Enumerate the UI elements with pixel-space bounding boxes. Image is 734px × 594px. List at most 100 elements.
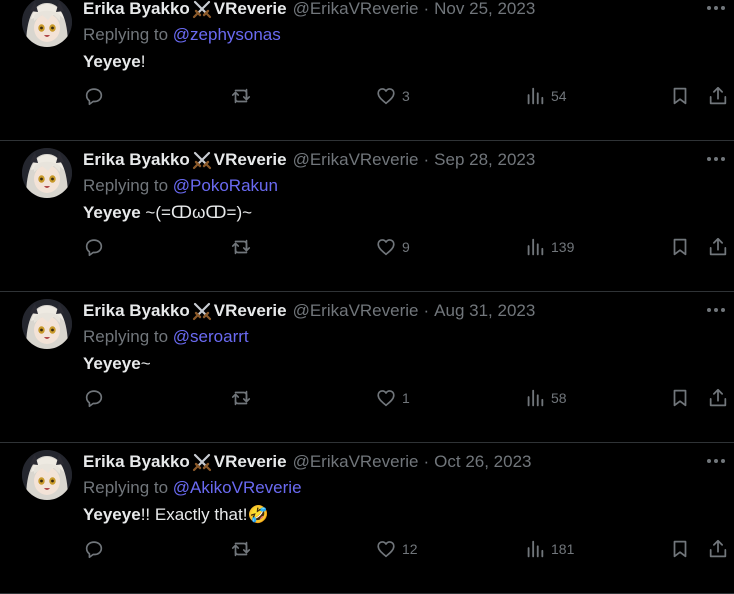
separator-dot: ·: [423, 301, 430, 320]
share-button[interactable]: [707, 537, 729, 561]
avatar[interactable]: [22, 450, 72, 500]
views-button[interactable]: 58: [524, 386, 567, 410]
views-icon: [524, 236, 546, 258]
like-count: 9: [402, 239, 410, 255]
mention-link[interactable]: @PokoRakun: [173, 176, 278, 195]
reply-button[interactable]: [83, 386, 110, 410]
tweet-header: Erika Byakko VReverie @ErikaVReverie · O…: [83, 451, 532, 473]
tweet-header: Erika Byakko VReverie @ErikaVReverie · A…: [83, 300, 535, 322]
tweet-date[interactable]: Nov 25, 2023: [434, 0, 535, 19]
more-icon[interactable]: [702, 451, 730, 471]
tweet-date[interactable]: Aug 31, 2023: [434, 301, 535, 321]
tweet[interactable]: Erika Byakko VReverie @ErikaVReverie · S…: [0, 141, 734, 292]
author-name[interactable]: Erika Byakko VReverie: [83, 0, 287, 20]
like-count: 3: [402, 88, 410, 104]
author-name[interactable]: Erika Byakko VReverie: [83, 149, 287, 171]
views-icon: [524, 387, 546, 409]
reply-button[interactable]: [83, 235, 110, 259]
avatar[interactable]: [22, 299, 72, 349]
tweet-date[interactable]: Sep 28, 2023: [434, 150, 535, 170]
bookmark-button[interactable]: [669, 235, 691, 259]
author-handle[interactable]: @ErikaVReverie: [293, 150, 419, 170]
retweet-button[interactable]: [230, 84, 257, 108]
author-handle[interactable]: @ErikaVReverie: [293, 301, 419, 321]
bookmark-button[interactable]: [669, 386, 691, 410]
retweet-button[interactable]: [230, 386, 257, 410]
replying-to-label: Replying to: [83, 25, 173, 44]
tweet-text-bold: Yeyeye: [83, 52, 141, 71]
separator-dot: ·: [423, 452, 430, 471]
share-icon: [707, 85, 729, 107]
reply-button[interactable]: [83, 84, 110, 108]
avatar[interactable]: [22, 148, 72, 198]
share-button[interactable]: [707, 84, 729, 108]
replying-to: Replying to @zephysonas: [83, 25, 281, 45]
separator-dot: ·: [423, 150, 430, 169]
author-name-right: VReverie: [213, 0, 287, 18]
share-button[interactable]: [707, 386, 729, 410]
reply-icon: [83, 236, 105, 258]
like-button[interactable]: 3: [375, 84, 410, 108]
share-icon: [707, 236, 729, 258]
tweet[interactable]: Erika Byakko VReverie @ErikaVReverie · O…: [0, 443, 734, 594]
tweet[interactable]: Erika Byakko VReverie @ErikaVReverie · A…: [0, 292, 734, 443]
tweet-date[interactable]: Oct 26, 2023: [434, 452, 531, 472]
author-name[interactable]: Erika Byakko VReverie: [83, 451, 287, 473]
avatar[interactable]: [22, 0, 72, 47]
author-name-right: VReverie: [213, 150, 287, 169]
replying-to: Replying to @PokoRakun: [83, 176, 278, 196]
tweet-text-rest: !! Exactly that!🤣: [140, 505, 269, 524]
tweet-header: Erika Byakko VReverie @ErikaVReverie · S…: [83, 149, 535, 171]
crossed-swords-icon: [191, 451, 213, 473]
views-count: 58: [551, 390, 567, 406]
more-icon[interactable]: [702, 149, 730, 169]
share-button[interactable]: [707, 235, 729, 259]
retweet-icon: [230, 538, 252, 560]
replying-to-label: Replying to: [83, 478, 173, 497]
bookmark-icon: [669, 538, 691, 560]
mention-link[interactable]: @AkikoVReverie: [173, 478, 302, 497]
views-icon: [524, 85, 546, 107]
like-button[interactable]: 12: [375, 537, 418, 561]
more-icon[interactable]: [702, 300, 730, 320]
replying-to-label: Replying to: [83, 176, 173, 195]
author-name[interactable]: Erika Byakko VReverie: [83, 300, 287, 322]
retweet-button[interactable]: [230, 235, 257, 259]
views-button[interactable]: 54: [524, 84, 567, 108]
author-name-left: Erika Byakko: [83, 301, 190, 320]
author-handle[interactable]: @ErikaVReverie: [293, 452, 419, 472]
reply-icon: [83, 387, 105, 409]
mention-link[interactable]: @zephysonas: [173, 25, 281, 44]
retweet-icon: [230, 85, 252, 107]
tweet-text: Yeyeye!: [83, 52, 145, 72]
separator-dot: ·: [423, 0, 430, 18]
like-button[interactable]: 1: [375, 386, 410, 410]
reply-icon: [83, 538, 105, 560]
heart-icon: [375, 538, 397, 560]
share-icon: [707, 538, 729, 560]
retweet-button[interactable]: [230, 537, 257, 561]
tweet-text: Yeyeye~: [83, 354, 151, 374]
views-count: 181: [551, 541, 575, 557]
bookmark-button[interactable]: [669, 84, 691, 108]
tweet-header: Erika Byakko VReverie @ErikaVReverie · N…: [83, 0, 535, 20]
replying-to: Replying to @AkikoVReverie: [83, 478, 302, 498]
more-icon[interactable]: [702, 0, 730, 18]
views-button[interactable]: 181: [524, 537, 574, 561]
mention-link[interactable]: @seroarrt: [173, 327, 249, 346]
views-button[interactable]: 139: [524, 235, 574, 259]
reply-button[interactable]: [83, 537, 110, 561]
views-count: 139: [551, 239, 575, 255]
tweet-text: Yeyeye ~(=ↀωↀ=)~: [83, 203, 252, 223]
tweet-actions: 1 58: [83, 386, 728, 410]
tweet[interactable]: Erika Byakko VReverie @ErikaVReverie · N…: [0, 0, 734, 141]
author-handle[interactable]: @ErikaVReverie: [293, 0, 419, 19]
like-button[interactable]: 9: [375, 235, 410, 259]
heart-icon: [375, 387, 397, 409]
heart-icon: [375, 85, 397, 107]
author-name-left: Erika Byakko: [83, 150, 190, 169]
bookmark-button[interactable]: [669, 537, 691, 561]
replying-to-label: Replying to: [83, 327, 173, 346]
bookmark-icon: [669, 85, 691, 107]
author-name-right: VReverie: [213, 452, 287, 471]
